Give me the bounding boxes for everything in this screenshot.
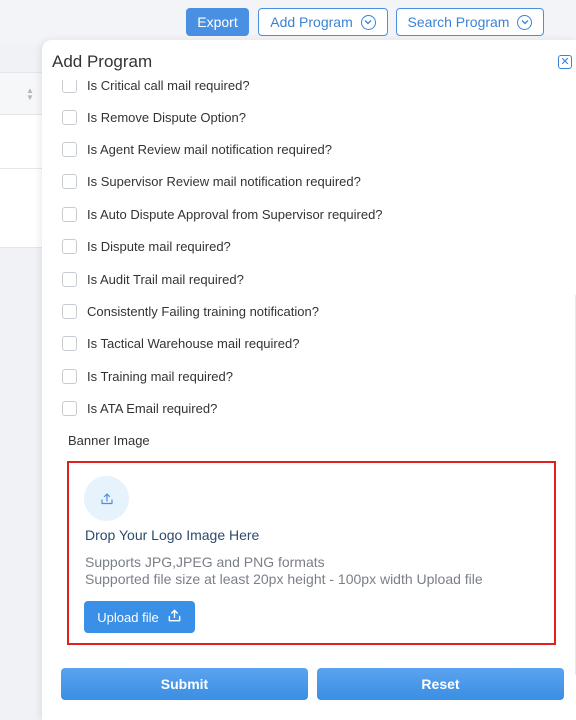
add-program-button[interactable]: Add Program xyxy=(258,8,388,36)
search-program-button-label: Search Program xyxy=(407,14,510,30)
upload-file-label: Upload file xyxy=(97,609,159,625)
checkbox-row[interactable]: Is ATA Email required? xyxy=(62,398,217,418)
checkbox[interactable] xyxy=(62,141,77,157)
checkbox-row[interactable]: Is Training mail required? xyxy=(62,366,233,386)
checkbox-label: Is Remove Dispute Option? xyxy=(87,109,246,125)
upload-icon xyxy=(167,608,182,626)
checkbox[interactable] xyxy=(62,271,77,287)
checkbox-label: Is Tactical Warehouse mail required? xyxy=(87,335,300,351)
background-table: ▲ ▼ xyxy=(0,72,44,248)
checkbox-label: Consistently Failing training notificati… xyxy=(87,303,319,319)
dropzone-info: Supports JPG,JPEG and PNG formats Suppor… xyxy=(85,554,483,588)
file-size-text: Supported file size at least 20px height… xyxy=(85,571,483,587)
checkbox-row[interactable]: Is Supervisor Review mail notification r… xyxy=(62,171,361,191)
modal-title: Add Program xyxy=(52,52,153,71)
sort-icon[interactable]: ▲ ▼ xyxy=(26,87,34,102)
table-header: ▲ ▼ xyxy=(0,73,43,115)
upload-file-button[interactable]: Upload file xyxy=(84,601,195,633)
checkbox[interactable] xyxy=(62,400,77,416)
submit-button[interactable]: Submit xyxy=(61,668,308,700)
chevron-down-icon xyxy=(360,14,376,30)
dropzone-title: Drop Your Logo Image Here xyxy=(85,527,260,543)
checkbox[interactable] xyxy=(62,303,77,319)
checkbox-row[interactable]: Is Agent Review mail notification requir… xyxy=(62,139,332,159)
checkbox-row[interactable]: Is Auto Dispute Approval from Supervisor… xyxy=(62,204,383,224)
checkbox-label: Is Supervisor Review mail notification r… xyxy=(87,173,361,189)
export-button-label: Export xyxy=(197,14,238,30)
chevron-down-icon xyxy=(517,14,533,30)
checkbox-label: Is Dispute mail required? xyxy=(87,238,231,254)
top-toolbar: Export Add Program Search Program xyxy=(0,0,576,44)
add-program-modal: Is Critical call mail required? Add Prog… xyxy=(42,40,576,720)
reset-button[interactable]: Reset xyxy=(317,668,564,700)
checkbox-row[interactable]: Is Audit Trail mail required? xyxy=(62,269,244,289)
checkbox-row[interactable]: Is Tactical Warehouse mail required? xyxy=(62,333,299,353)
checkbox-row[interactable]: Is Dispute mail required? xyxy=(62,236,231,256)
checkbox[interactable] xyxy=(62,109,77,125)
close-icon[interactable]: ✕ xyxy=(558,55,572,69)
export-button[interactable]: Export xyxy=(186,8,249,36)
table-row-divider xyxy=(0,168,44,169)
checkbox-label: Is ATA Email required? xyxy=(87,400,218,416)
logo-dropzone[interactable]: Drop Your Logo Image Here Supports JPG,J… xyxy=(67,461,556,645)
modal-header: Add Program ✕ xyxy=(42,40,576,80)
checkbox[interactable] xyxy=(62,335,77,351)
checkbox[interactable] xyxy=(62,238,77,254)
banner-image-label: Banner Image xyxy=(68,433,150,448)
checkbox-label: Is Auto Dispute Approval from Supervisor… xyxy=(87,206,383,222)
search-program-button[interactable]: Search Program xyxy=(396,8,544,36)
supported-formats-text: Supports JPG,JPEG and PNG formats xyxy=(85,554,325,570)
checkbox-label: Is Training mail required? xyxy=(87,368,233,384)
checkbox-row[interactable]: Is Remove Dispute Option? xyxy=(62,107,246,127)
add-program-button-label: Add Program xyxy=(270,14,353,30)
checkbox-row[interactable]: Consistently Failing training notificati… xyxy=(62,301,319,321)
submit-button-label: Submit xyxy=(160,676,209,692)
reset-button-label: Reset xyxy=(421,676,460,692)
checkbox[interactable] xyxy=(62,173,77,189)
checkbox-label: Is Agent Review mail notification requir… xyxy=(87,141,332,157)
checkbox[interactable] xyxy=(62,368,77,384)
checkbox-label: Is Audit Trail mail required? xyxy=(87,271,244,287)
upload-icon xyxy=(84,476,129,521)
checkbox[interactable] xyxy=(62,206,77,222)
